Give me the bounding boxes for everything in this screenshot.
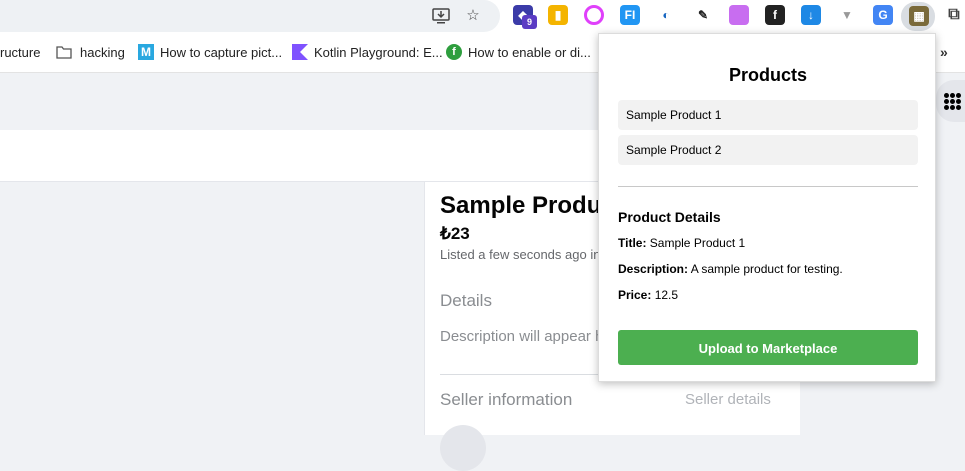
bookmarks-overflow-button[interactable]: » <box>940 44 948 60</box>
description-placeholder: Description will appear h <box>440 328 604 345</box>
address-bar[interactable]: ☆ <box>0 0 500 32</box>
seller-heading: Seller information <box>440 390 573 409</box>
triangle-icon[interactable]: ▼ <box>837 5 857 25</box>
product-details-heading: Product Details <box>618 209 721 225</box>
font-icon[interactable]: f <box>765 5 785 25</box>
drop-icon[interactable]: ◐ <box>656 5 676 25</box>
detail-title-value: Sample Product 1 <box>649 236 746 250</box>
products-extension-icon[interactable]: ▦ <box>909 6 929 26</box>
bookmark-item[interactable]: How to capture pict... <box>160 44 282 62</box>
extension-badge: 9 <box>522 15 537 29</box>
seller-avatar <box>440 425 486 471</box>
detail-price-value: 12.5 <box>654 288 679 302</box>
upload-to-marketplace-button[interactable]: Upload to Marketplace <box>618 330 918 365</box>
bookmark-star-icon[interactable]: ☆ <box>464 8 482 24</box>
products-extension-popup: Products Sample Product 1 Sample Product… <box>598 33 936 382</box>
details-heading: Details <box>440 291 492 310</box>
divider <box>618 186 918 187</box>
detail-title-row: Title: Sample Product 1 <box>618 236 745 250</box>
bookmark-item[interactable]: Kotlin Playground: E... <box>314 44 443 62</box>
detail-description-row: Description: A sample product for testin… <box>618 262 843 276</box>
translate-icon[interactable]: G <box>873 5 893 25</box>
m-logo-icon: M <box>138 44 154 60</box>
green-f-icon: f <box>446 44 462 60</box>
fi-extension-icon[interactable]: FI <box>620 5 640 25</box>
detail-price-row: Price: 12.5 <box>618 288 678 302</box>
listing-meta: Listed a few seconds ago in <box>440 247 601 262</box>
seller-details-link[interactable]: Seller details <box>685 391 771 408</box>
active-extension-button[interactable]: ▦ <box>901 2 935 31</box>
listing-price: ₺23 <box>440 224 470 243</box>
kotlin-icon <box>292 44 308 60</box>
apps-grid-icon <box>944 93 949 98</box>
detail-title-label: Title: <box>618 236 647 250</box>
browser-toolbar: ☆ ◆ 9 ▮ FI ◐ ✎ f ↓ ▼ G ▦ ⧉ <box>0 0 965 33</box>
keep-icon[interactable]: ▮ <box>548 5 568 25</box>
gradient-icon[interactable] <box>729 5 749 25</box>
product-list-item[interactable]: Sample Product 1 <box>618 100 918 130</box>
bookmark-item[interactable]: ructure <box>0 44 40 62</box>
install-icon[interactable] <box>432 8 450 24</box>
detail-price-label: Price: <box>618 288 652 302</box>
folder-icon <box>56 44 72 60</box>
detail-description-label: Description: <box>618 262 689 276</box>
color-picker-icon[interactable] <box>584 5 604 25</box>
apps-menu-button[interactable] <box>936 80 965 122</box>
bookmark-item[interactable]: How to enable or di... <box>468 44 591 62</box>
extension-puzzle-icon[interactable]: ⧉ <box>944 5 964 25</box>
product-list-item[interactable]: Sample Product 2 <box>618 135 918 165</box>
bookmark-folder-hacking[interactable]: hacking <box>80 44 125 62</box>
popup-title: Products <box>728 65 807 85</box>
listing-title: Sample Produ <box>440 192 602 219</box>
left-panel <box>0 183 424 435</box>
download-icon[interactable]: ↓ <box>801 5 821 25</box>
detail-description-value: A sample product for testing. <box>690 262 843 276</box>
eyedropper-icon[interactable]: ✎ <box>693 5 713 25</box>
